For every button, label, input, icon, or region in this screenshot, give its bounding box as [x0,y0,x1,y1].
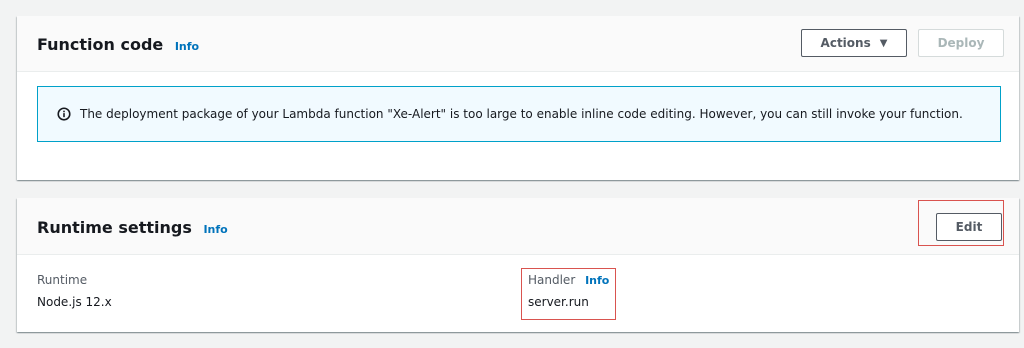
function-code-info-link[interactable]: Info [175,40,199,53]
actions-button[interactable]: Actions ▼ [801,29,907,57]
deploy-button-label: Deploy [937,36,985,50]
runtime-settings-header: Runtime settings Info Edit [17,198,1019,255]
function-code-title-row: Function code Info [37,35,199,54]
function-code-title: Function code [37,35,164,54]
runtime-settings-panel: Runtime settings Info Edit Runtime Node.… [17,198,1019,332]
info-alert: The deployment package of your Lambda fu… [37,86,1001,142]
function-code-header: Function code Info Actions ▼ Deploy [17,16,1019,72]
function-code-panel: Function code Info Actions ▼ Deploy The … [17,16,1019,180]
runtime-settings-title-row: Runtime settings Info [37,218,228,237]
runtime-label: Runtime [37,273,88,287]
runtime-value: Node.js 12.x [37,295,112,309]
handler-value: server.run [528,295,589,309]
actions-button-label: Actions [820,36,871,50]
handler-info-link[interactable]: Info [585,274,609,287]
alert-message: The deployment package of your Lambda fu… [80,107,963,121]
handler-label-row: Handler Info [528,273,609,287]
edit-button[interactable]: Edit [936,213,1002,241]
edit-button-label: Edit [955,220,983,234]
caret-down-icon: ▼ [879,37,888,49]
handler-label: Handler [528,273,576,287]
runtime-settings-title: Runtime settings [37,218,192,237]
info-circle-icon [57,107,71,121]
runtime-settings-info-link[interactable]: Info [203,223,227,236]
deploy-button[interactable]: Deploy [918,29,1004,57]
